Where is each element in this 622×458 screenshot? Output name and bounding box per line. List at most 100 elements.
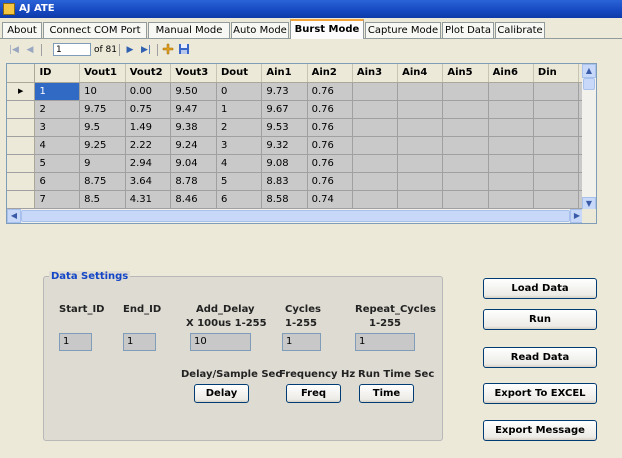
table-cell[interactable]: 0.76 [307, 82, 353, 101]
table-cell[interactable]: 10 [79, 82, 126, 101]
table-cell[interactable]: 3 [34, 118, 81, 137]
table-cell[interactable]: 6 [216, 190, 263, 209]
table-cell[interactable]: 5 [34, 154, 81, 173]
time-button[interactable]: Time [359, 384, 414, 403]
table-cell[interactable]: 9.04 [170, 154, 217, 173]
table-cell[interactable] [488, 100, 534, 119]
table-cell[interactable] [352, 100, 399, 119]
table-cell[interactable] [533, 136, 580, 155]
table-cell[interactable]: 2.94 [125, 154, 172, 173]
repeat-cycles-input[interactable]: 1 [355, 333, 415, 351]
table-cell[interactable]: 0.74 [307, 190, 353, 209]
tab-burst-mode[interactable]: Burst Mode [290, 19, 364, 39]
table-cell[interactable] [397, 172, 444, 191]
tab-about[interactable]: About [2, 22, 42, 38]
start-id-input[interactable]: 1 [59, 333, 92, 351]
table-cell[interactable]: 8.46 [170, 190, 217, 209]
run-button[interactable]: Run [483, 309, 597, 330]
table-cell[interactable]: 9.25 [79, 136, 126, 155]
table-cell[interactable]: 0.00 [125, 82, 172, 101]
column-header-ain4[interactable]: Ain4 [397, 64, 444, 83]
table-cell[interactable] [442, 100, 489, 119]
table-row[interactable]: 3 9.5 1.49 9.38 2 9.53 0.76 [7, 118, 584, 137]
table-cell[interactable]: 2 [34, 100, 81, 119]
table-cell[interactable] [442, 154, 489, 173]
table-cell[interactable]: 9.67 [261, 100, 308, 119]
table-cell[interactable]: 4 [216, 154, 263, 173]
table-cell[interactable] [397, 100, 444, 119]
table-row[interactable]: 4 9.25 2.22 9.24 3 9.32 0.76 [7, 136, 584, 155]
table-cell[interactable]: 9 [79, 154, 126, 173]
table-cell[interactable]: 9.53 [261, 118, 308, 137]
column-header-ain2[interactable]: Ain2 [307, 64, 353, 83]
table-cell[interactable]: 3 [216, 136, 263, 155]
table-cell[interactable] [533, 190, 580, 209]
table-cell[interactable]: 9.38 [170, 118, 217, 137]
table-cell[interactable]: 1 [34, 82, 81, 101]
read-data-button[interactable]: Read Data [483, 347, 597, 368]
move-previous-icon[interactable]: ◀ [23, 43, 37, 57]
table-cell[interactable] [442, 190, 489, 209]
data-grid[interactable]: ID Vout1 Vout2 Vout3 Dout Ain1 Ain2 Ain3 Ain4 Ain… [6, 63, 597, 224]
table-cell[interactable]: 9.50 [170, 82, 217, 101]
table-cell[interactable]: 7 [34, 190, 81, 209]
table-cell[interactable] [488, 154, 534, 173]
delay-button[interactable]: Delay [194, 384, 249, 403]
table-cell[interactable] [352, 154, 399, 173]
table-cell[interactable]: 9.24 [170, 136, 217, 155]
table-cell[interactable] [352, 118, 399, 137]
move-first-icon[interactable]: |◀ [7, 43, 21, 57]
column-header-din[interactable]: Din [533, 64, 580, 83]
table-cell[interactable] [352, 172, 399, 191]
table-cell[interactable] [533, 118, 580, 137]
table-cell[interactable] [442, 118, 489, 137]
table-cell[interactable]: 2.22 [125, 136, 172, 155]
table-cell[interactable] [442, 172, 489, 191]
table-cell[interactable] [352, 136, 399, 155]
table-cell[interactable]: 9.75 [79, 100, 126, 119]
table-cell[interactable]: 0.76 [307, 100, 353, 119]
table-cell[interactable]: 2 [216, 118, 263, 137]
export-to-excel-button[interactable]: Export To EXCEL [483, 383, 597, 404]
save-icon[interactable] [177, 43, 191, 57]
table-cell[interactable] [397, 190, 444, 209]
freq-button[interactable]: Freq [286, 384, 341, 403]
tab-plot-data[interactable]: Plot Data [442, 22, 494, 38]
table-cell[interactable] [488, 172, 534, 191]
table-row[interactable]: 7 8.5 4.31 8.46 6 8.58 0.74 [7, 190, 584, 209]
column-header-ain6[interactable]: Ain6 [488, 64, 534, 83]
table-cell[interactable] [397, 154, 444, 173]
column-header-vout2[interactable]: Vout2 [125, 64, 172, 83]
tab-auto-mode[interactable]: Auto Mode [231, 22, 289, 38]
table-cell[interactable] [397, 118, 444, 137]
table-cell[interactable]: 9.47 [170, 100, 217, 119]
row-header[interactable] [7, 136, 36, 155]
column-header-vout3[interactable]: Vout3 [170, 64, 217, 83]
table-cell[interactable]: 1.49 [125, 118, 172, 137]
table-cell[interactable] [397, 82, 444, 101]
table-cell[interactable]: 4.31 [125, 190, 172, 209]
end-id-input[interactable]: 1 [123, 333, 156, 351]
tab-manual-mode[interactable]: Manual Mode [148, 22, 230, 38]
table-cell[interactable]: 8.83 [261, 172, 308, 191]
table-cell[interactable]: 8.5 [79, 190, 126, 209]
table-cell[interactable]: 9.73 [261, 82, 308, 101]
table-cell[interactable]: 5 [216, 172, 263, 191]
table-cell[interactable]: 9.5 [79, 118, 126, 137]
table-cell[interactable]: 8.75 [79, 172, 126, 191]
row-header[interactable]: ▶ [7, 82, 36, 101]
table-cell[interactable]: 9.32 [261, 136, 308, 155]
table-cell[interactable] [488, 190, 534, 209]
table-cell[interactable]: 8.78 [170, 172, 217, 191]
table-cell[interactable]: 0.75 [125, 100, 172, 119]
move-next-icon[interactable]: ▶ [123, 43, 137, 57]
add-delay-input[interactable]: 10 [190, 333, 251, 351]
column-header-dout[interactable]: Dout [216, 64, 263, 83]
table-cell[interactable] [442, 82, 489, 101]
table-cell[interactable] [352, 82, 399, 101]
row-header[interactable] [7, 172, 36, 191]
scroll-left-icon[interactable]: ◀ [7, 209, 21, 223]
vertical-scroll-thumb[interactable] [583, 78, 595, 90]
table-cell[interactable] [397, 136, 444, 155]
table-cell[interactable]: 0.76 [307, 118, 353, 137]
